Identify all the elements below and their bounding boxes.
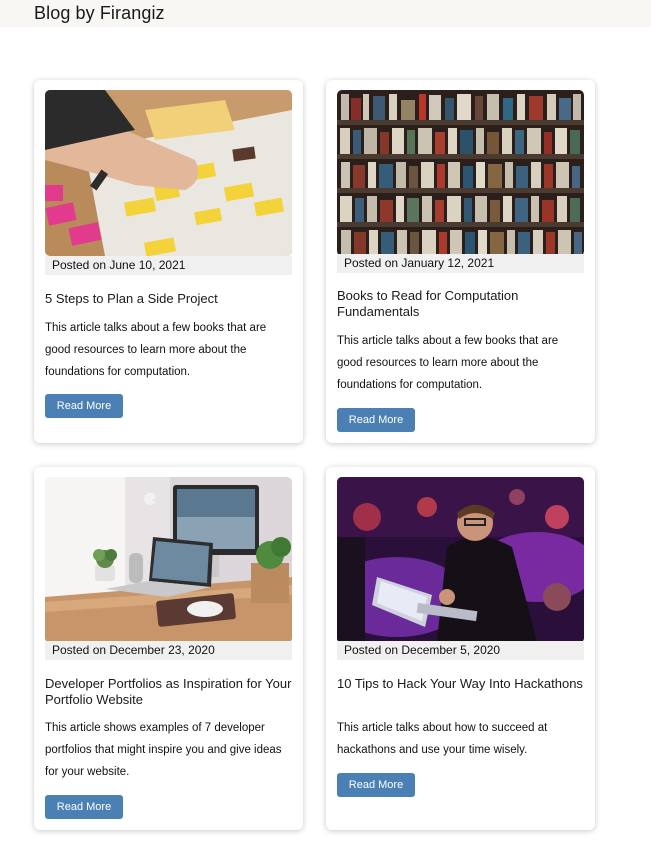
read-more-button[interactable]: Read More	[45, 795, 123, 819]
post-date: Posted on December 23, 2020	[45, 641, 292, 660]
blog-card: Posted on December 23, 2020 Developer Po…	[34, 467, 303, 830]
site-title: Blog by Firangiz	[34, 3, 165, 23]
read-more-button[interactable]: Read More	[337, 408, 415, 432]
read-more-button[interactable]: Read More	[337, 773, 415, 797]
header-bar: Blog by Firangiz	[0, 0, 651, 27]
post-title[interactable]: 10 Tips to Hack Your Way Into Hackathons	[337, 676, 585, 692]
hackathon-laptop-photo	[337, 477, 584, 643]
post-title[interactable]: 5 Steps to Plan a Side Project	[45, 291, 293, 307]
post-title[interactable]: Books to Read for Computation Fundamenta…	[337, 288, 585, 320]
post-description: This article talks about a few books tha…	[337, 335, 559, 391]
blog-card: Posted on January 12, 2021 Books to Read…	[326, 80, 595, 443]
post-date: Posted on December 5, 2020	[337, 641, 584, 660]
bookshelf-photo	[337, 90, 584, 256]
blog-card: Posted on December 5, 2020 10 Tips to Ha…	[326, 467, 595, 830]
desk-computer-photo	[45, 477, 292, 643]
blog-card: Posted on June 10, 2021 5 Steps to Plan …	[34, 80, 303, 443]
post-description: This article talks about a few books tha…	[45, 322, 267, 378]
post-description: This article talks about how to succeed …	[337, 722, 548, 756]
post-date: Posted on January 12, 2021	[337, 254, 584, 273]
post-date: Posted on June 10, 2021	[45, 256, 292, 275]
read-more-button[interactable]: Read More	[45, 394, 123, 418]
post-description: This article shows examples of 7 develop…	[45, 722, 282, 778]
planning-sticky-notes-photo	[45, 90, 292, 256]
post-title[interactable]: Developer Portfolios as Inspiration for …	[45, 676, 293, 708]
